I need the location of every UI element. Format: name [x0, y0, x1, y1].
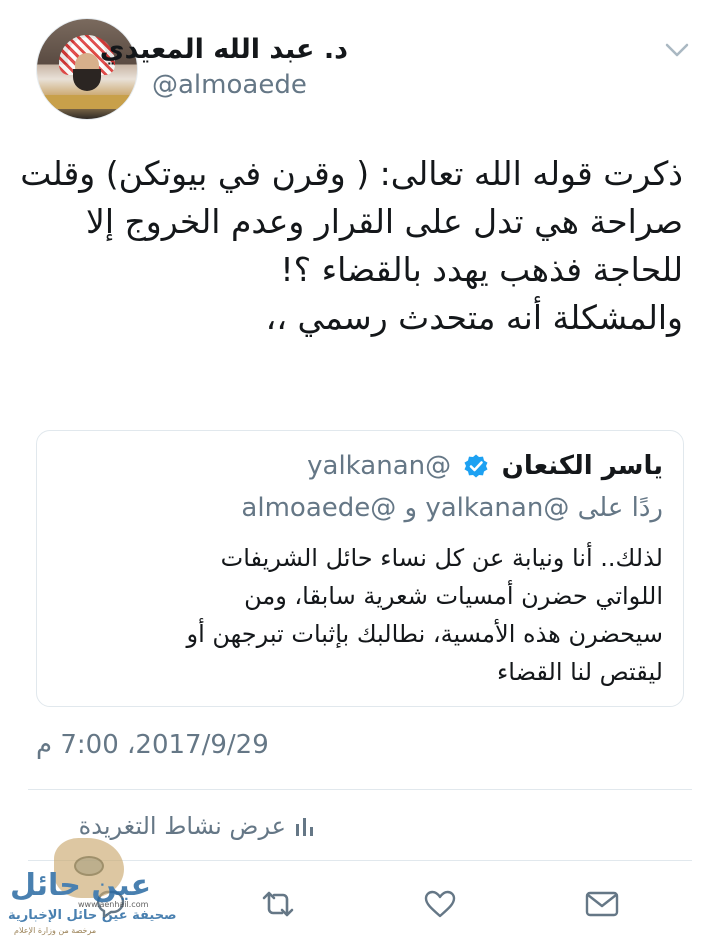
- like-button[interactable]: [418, 884, 462, 924]
- reply-and: و: [404, 493, 418, 523]
- quoted-handle: @yalkanan: [307, 451, 452, 481]
- reply-mention[interactable]: @almoaede: [241, 493, 396, 523]
- retweet-icon: [262, 891, 294, 917]
- quoted-display-name: ياسر الكنعان: [501, 451, 663, 481]
- watermark-subtitle: صحيفة عين حائل الإخبارية: [8, 908, 177, 923]
- watermark-title: عين حائل: [10, 868, 152, 903]
- divider: [28, 789, 692, 790]
- reply-mention[interactable]: @yalkanan: [425, 493, 569, 523]
- tweet-text-line: ذكرت قوله الله تعالى: ( وقرن في بيوتكن) …: [20, 154, 683, 193]
- quoted-text-line: ليقتص لنا القضاء: [497, 658, 663, 686]
- quoted-tweet-text: لذلك.. أنا ونيابة عن كل نساء حائل الشريف…: [53, 539, 663, 691]
- view-activity-label: عرض نشاط التغريدة: [78, 812, 286, 840]
- tweet-text-line: للحاجة فذهب يهدد بالقضاء ؟!: [280, 250, 683, 289]
- share-button[interactable]: [580, 884, 624, 924]
- tweet-text: ذكرت قوله الله تعالى: ( وقرن في بيوتكن) …: [20, 150, 683, 342]
- bar-chart-icon: [296, 818, 313, 836]
- view-activity-link[interactable]: عرض نشاط التغريدة: [79, 812, 316, 840]
- envelope-icon: [585, 891, 619, 917]
- quoted-text-line: سيحضرن هذه الأمسية، نطالبك بإثبات تبرجهن…: [186, 620, 663, 648]
- tweet-timestamp[interactable]: 2017/9/29، 7:00 م: [36, 730, 269, 760]
- quoted-text-line: اللواتي حضرن أمسيات شعرية سابقا، ومن: [244, 582, 663, 610]
- avatar-ticker: [37, 95, 137, 109]
- quoted-author: ياسر الكنعان @yalkanan: [307, 451, 663, 481]
- tweet-text-line: والمشكلة أنه متحدث رسمي ،،: [265, 298, 683, 337]
- tweet-text-line: صراحة هي تدل على القرار وعدم الخروج إلا: [86, 202, 683, 241]
- watermark-license: مرخصة من وزارة الإعلام: [14, 926, 97, 935]
- verified-badge-icon: [464, 454, 488, 478]
- author-handle[interactable]: @almoaede: [152, 70, 307, 100]
- reply-prefix: ردًا على: [577, 493, 663, 523]
- retweet-button[interactable]: [256, 884, 300, 924]
- heart-icon: [424, 890, 456, 918]
- watermark-logo: عين حائل www.aenhail.com صحيفة عين حائل …: [8, 838, 177, 938]
- avatar-beard: [73, 69, 101, 91]
- reply-context: ردًا على @yalkanan و @almoaede: [241, 493, 663, 523]
- author-display-name[interactable]: د. عبد الله المعيدي: [100, 34, 348, 65]
- chevron-down-icon[interactable]: [664, 40, 690, 60]
- quoted-text-line: لذلك.. أنا ونيابة عن كل نساء حائل الشريف…: [220, 544, 663, 572]
- quoted-tweet-card[interactable]: ياسر الكنعان @yalkanan ردًا على @yalkana…: [36, 430, 684, 707]
